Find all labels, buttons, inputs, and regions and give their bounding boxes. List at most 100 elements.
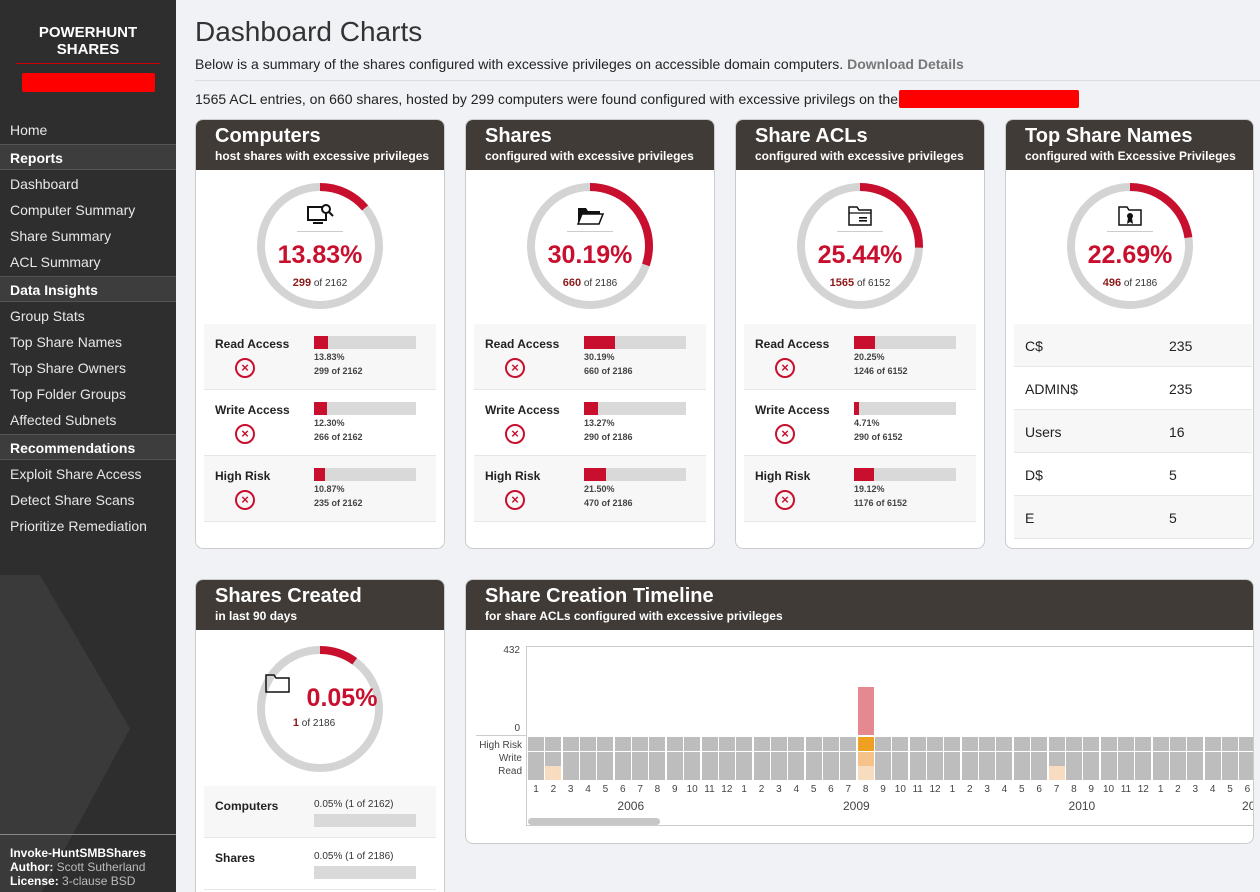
timeline-cell[interactable] <box>701 766 718 780</box>
timeline-cell[interactable] <box>840 751 857 766</box>
timeline-cell[interactable] <box>649 737 666 751</box>
timeline-cell[interactable] <box>701 737 718 751</box>
timeline-cell[interactable] <box>718 751 735 766</box>
timeline-cell[interactable] <box>805 751 822 766</box>
timeline-cell[interactable] <box>1100 751 1117 766</box>
timeline-cell[interactable] <box>996 737 1013 751</box>
timeline-cell[interactable] <box>1031 766 1048 780</box>
timeline-cell[interactable] <box>1169 766 1186 780</box>
timeline-cell[interactable] <box>770 737 787 751</box>
timeline-cell[interactable] <box>1135 766 1152 780</box>
timeline-cell[interactable] <box>597 766 614 780</box>
timeline-cell[interactable] <box>701 751 718 766</box>
timeline-cell[interactable] <box>736 766 753 780</box>
timeline-cell[interactable] <box>770 751 787 766</box>
timeline-cell[interactable] <box>1169 751 1186 766</box>
timeline-cell[interactable] <box>666 751 683 766</box>
timeline-cell[interactable] <box>1048 751 1065 766</box>
timeline-cell[interactable] <box>718 737 735 751</box>
sidebar-item-exploit-share-access[interactable]: Exploit Share Access <box>0 461 176 487</box>
timeline-cell[interactable] <box>1169 737 1186 751</box>
timeline-cell[interactable] <box>597 751 614 766</box>
timeline-cell[interactable] <box>788 751 805 766</box>
sidebar-item-home[interactable]: Home <box>0 117 176 143</box>
timeline-cell[interactable] <box>1135 751 1152 766</box>
timeline-cell[interactable] <box>961 737 978 751</box>
timeline-cell[interactable] <box>1222 766 1238 780</box>
timeline-cell[interactable] <box>580 766 597 780</box>
timeline-cell[interactable] <box>875 737 891 751</box>
timeline-cell[interactable] <box>840 737 857 751</box>
sidebar-item-top-folder-groups[interactable]: Top Folder Groups <box>0 381 176 407</box>
timeline-cell[interactable] <box>1100 737 1117 751</box>
timeline-cell[interactable] <box>614 737 631 751</box>
timeline-cell[interactable] <box>632 751 649 766</box>
timeline-cell[interactable] <box>528 766 544 780</box>
timeline-cell-highlight[interactable] <box>857 751 874 766</box>
timeline-cell[interactable] <box>1187 766 1204 780</box>
timeline-scrollbar[interactable] <box>528 818 660 825</box>
timeline-cell[interactable] <box>1117 766 1134 780</box>
timeline-cell[interactable] <box>1100 766 1117 780</box>
timeline-cell[interactable] <box>753 751 770 766</box>
timeline-cell[interactable] <box>822 751 839 766</box>
timeline-cell[interactable] <box>1013 766 1030 780</box>
timeline-cell[interactable] <box>528 751 544 766</box>
timeline-cell[interactable] <box>614 766 631 780</box>
sidebar-item-acl-summary[interactable]: ACL Summary <box>0 249 176 275</box>
timeline-cell[interactable] <box>736 737 753 751</box>
timeline-cell[interactable] <box>545 737 562 751</box>
timeline-cell[interactable] <box>961 751 978 766</box>
timeline-cell-highlight[interactable] <box>857 737 874 751</box>
timeline-cell[interactable] <box>562 737 579 751</box>
timeline-cell[interactable] <box>666 737 683 751</box>
timeline-cell[interactable] <box>944 766 961 780</box>
timeline-cell[interactable] <box>1117 751 1134 766</box>
timeline-cell[interactable] <box>979 751 996 766</box>
timeline-cell-highlight[interactable] <box>1048 766 1065 780</box>
table-row[interactable]: C$ 235 <box>1014 324 1252 367</box>
timeline-cell[interactable] <box>805 737 822 751</box>
sidebar-item-group-stats[interactable]: Group Stats <box>0 303 176 329</box>
timeline-cell[interactable] <box>753 766 770 780</box>
timeline-cell[interactable] <box>649 751 666 766</box>
timeline-cell[interactable] <box>944 737 961 751</box>
sidebar-item-computer-summary[interactable]: Computer Summary <box>0 197 176 223</box>
table-row[interactable]: ADMIN$ 235 <box>1014 367 1252 410</box>
timeline-cell[interactable] <box>736 751 753 766</box>
timeline-cell[interactable] <box>961 766 978 780</box>
sidebar-item-dashboard[interactable]: Dashboard <box>0 171 176 197</box>
timeline-cell-highlight[interactable] <box>857 766 874 780</box>
timeline-cell[interactable] <box>684 751 701 766</box>
sidebar-item-affected-subnets[interactable]: Affected Subnets <box>0 407 176 433</box>
timeline-bar[interactable] <box>857 687 874 735</box>
timeline-cell[interactable] <box>632 737 649 751</box>
timeline-cell[interactable] <box>822 766 839 780</box>
timeline-cell[interactable] <box>979 737 996 751</box>
sidebar-item-top-share-owners[interactable]: Top Share Owners <box>0 355 176 381</box>
timeline-cell[interactable] <box>840 766 857 780</box>
table-row[interactable]: Users 16 <box>1014 410 1252 453</box>
timeline-cell[interactable] <box>1152 751 1169 766</box>
table-row[interactable]: D$ 5 <box>1014 453 1252 496</box>
timeline-cell[interactable] <box>1187 737 1204 751</box>
timeline-cell[interactable] <box>684 766 701 780</box>
timeline-cell[interactable] <box>1239 766 1253 780</box>
timeline-cell[interactable] <box>1204 751 1221 766</box>
timeline-cell[interactable] <box>1031 737 1048 751</box>
timeline-cell[interactable] <box>614 751 631 766</box>
timeline-cell[interactable] <box>805 766 822 780</box>
timeline-cell[interactable] <box>1065 737 1082 751</box>
timeline-cell[interactable] <box>1083 737 1100 751</box>
timeline-cell[interactable] <box>753 737 770 751</box>
timeline-cell[interactable] <box>1152 737 1169 751</box>
timeline-cell[interactable] <box>1065 751 1082 766</box>
timeline-cell[interactable] <box>580 751 597 766</box>
timeline-cell[interactable] <box>1013 737 1030 751</box>
timeline-cell[interactable] <box>632 766 649 780</box>
timeline-cell[interactable] <box>649 766 666 780</box>
timeline-cell[interactable] <box>909 766 926 780</box>
timeline-cell[interactable] <box>528 737 544 751</box>
timeline-cell[interactable] <box>822 737 839 751</box>
timeline-cell[interactable] <box>927 766 944 780</box>
